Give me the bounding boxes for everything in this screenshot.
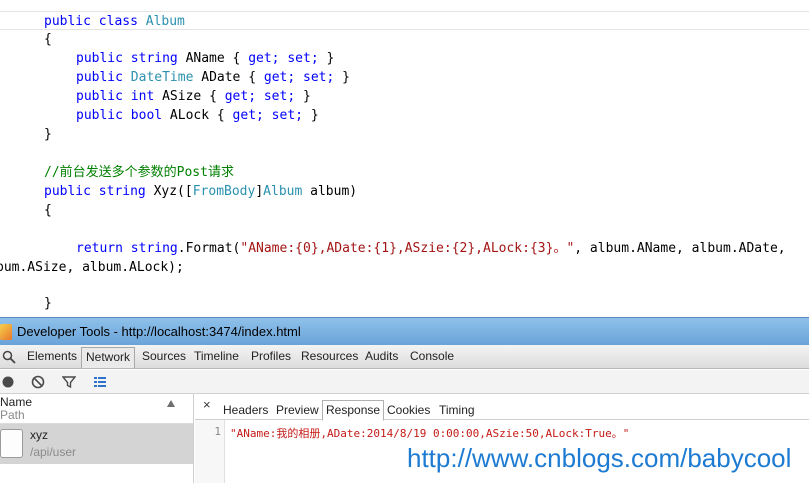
devtools-titlebar[interactable]: Developer Tools - http://localhost:3474/…	[0, 317, 809, 345]
tab-preview[interactable]: Preview	[276, 403, 319, 417]
close-icon[interactable]: ×	[203, 397, 211, 412]
request-name: xyz	[30, 428, 48, 442]
code-line-alock: public bool ALock { get; set; }	[76, 108, 319, 123]
list-view-icon[interactable]	[93, 375, 107, 389]
record-icon[interactable]	[1, 375, 15, 389]
tab-network[interactable]: Network	[81, 347, 136, 368]
line-gutter: 1	[195, 420, 225, 483]
tab-profiles[interactable]: Profiles	[251, 349, 291, 363]
tab-sources[interactable]: Sources	[142, 349, 186, 363]
tab-audits[interactable]: Audits	[365, 349, 398, 363]
code-line-class-decl: public class Album	[0, 11, 809, 30]
code-line-adate: public DateTime ADate { get; set; }	[76, 70, 350, 85]
code-editor: public class Album { public string AName…	[0, 0, 809, 317]
code-line-aname: public string AName { get; set; }	[76, 51, 335, 66]
code-line-return: return string.Format("AName:{0},ADate:{1…	[76, 241, 786, 256]
code-line-return-cont: bum.ASize, album.ALock);	[0, 260, 184, 275]
request-list-header[interactable]: Name Path	[0, 394, 193, 424]
code-line-open-brace: {	[44, 32, 52, 47]
window-title: Developer Tools - http://localhost:3474/…	[17, 324, 301, 339]
tab-timing[interactable]: Timing	[439, 403, 475, 417]
network-toolbar	[0, 370, 809, 394]
request-list-panel: Name Path xyz /api/user	[0, 394, 194, 483]
filter-icon[interactable]	[62, 375, 76, 389]
sort-ascending-icon[interactable]	[167, 400, 175, 407]
watermark-url: http://www.cnblogs.com/babycool	[407, 443, 792, 473]
clear-icon[interactable]	[31, 375, 45, 389]
request-row[interactable]: xyz /api/user	[0, 424, 193, 464]
detail-tab-bar: × Headers Preview Response Cookies Timin…	[195, 394, 809, 421]
column-name-label: Name	[0, 395, 33, 409]
code-line-asize: public int ASize { get; set; }	[76, 89, 311, 104]
code-line-comment: //前台发送多个参数的Post请求	[44, 165, 234, 180]
column-path-label: Path	[0, 408, 25, 422]
request-path: /api/user	[30, 445, 77, 459]
line-number: 1	[214, 425, 221, 438]
tab-resources[interactable]: Resources	[301, 349, 358, 363]
code-line-close-brace: }	[44, 127, 52, 142]
tab-response[interactable]: Response	[322, 400, 385, 421]
tab-cookies[interactable]: Cookies	[387, 403, 430, 417]
tab-timeline[interactable]: Timeline	[194, 349, 239, 363]
code-line-method-open: {	[44, 203, 52, 218]
response-body: "AName:我的相册,ADate:2014/8/19 0:00:00,ASzi…	[230, 427, 630, 440]
devtools-app-icon	[0, 324, 12, 340]
tab-console[interactable]: Console	[410, 349, 454, 363]
code-line-method-decl: public string Xyz([FromBody]Album album)	[44, 184, 358, 199]
document-icon	[0, 429, 23, 458]
search-icon[interactable]	[2, 350, 16, 364]
devtools-tab-bar: Elements Network Sources Timeline Profil…	[0, 345, 809, 369]
tab-elements[interactable]: Elements	[27, 349, 77, 363]
code-line-method-close: }	[44, 296, 52, 311]
tab-headers[interactable]: Headers	[223, 403, 268, 417]
